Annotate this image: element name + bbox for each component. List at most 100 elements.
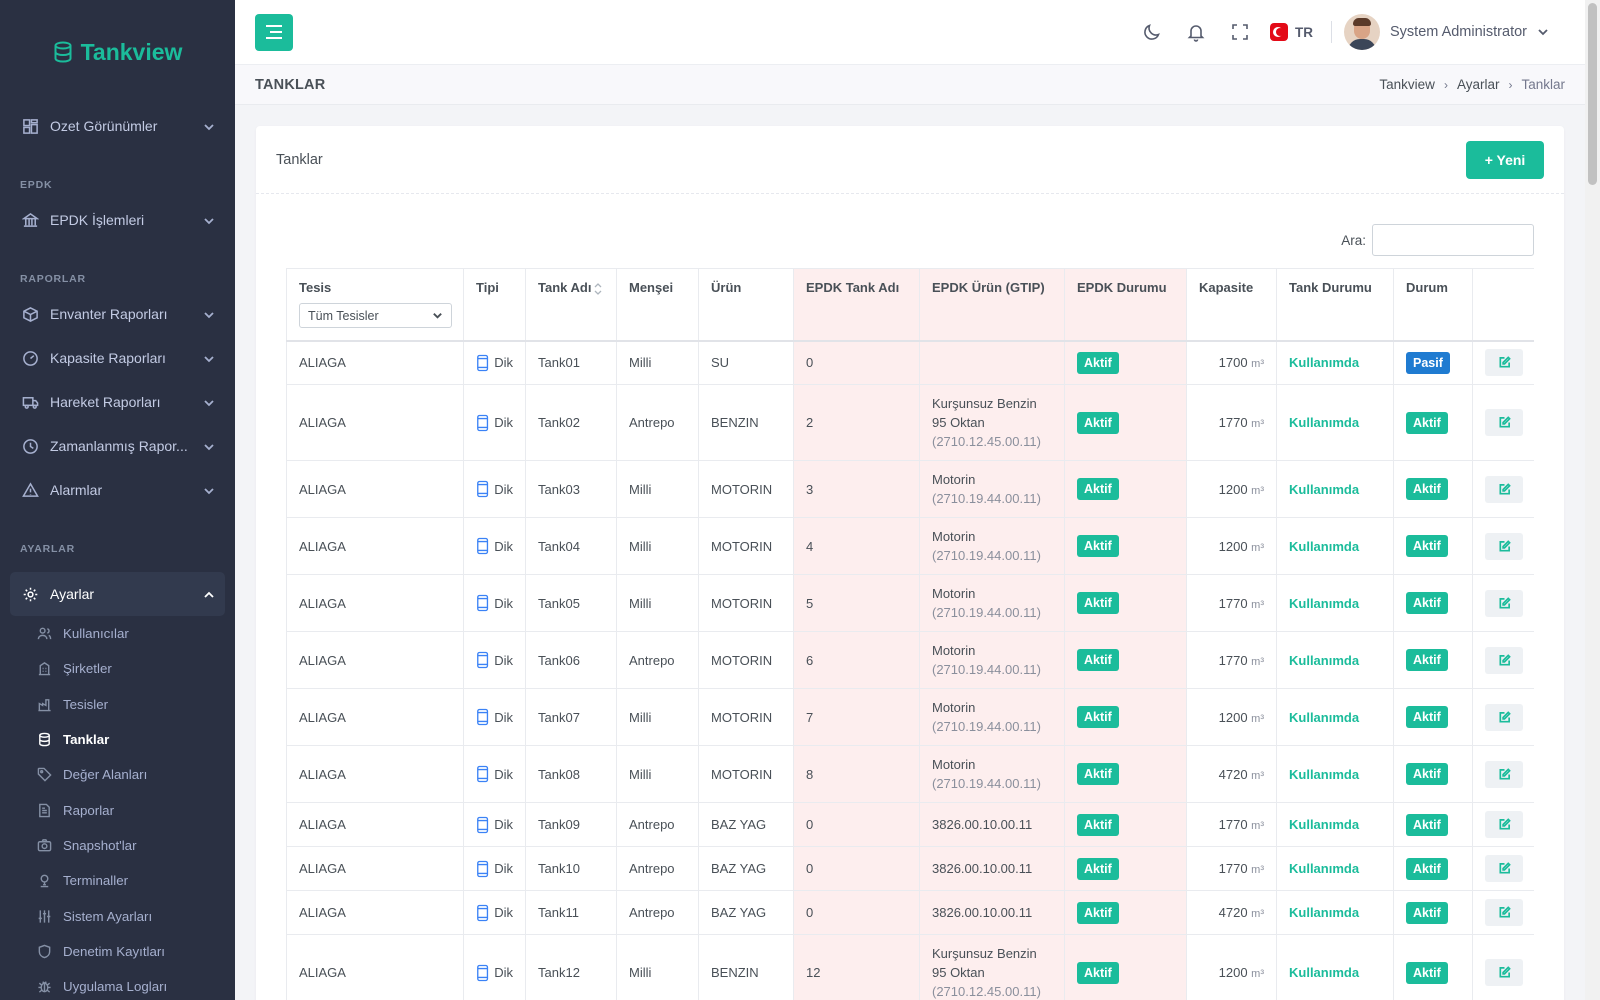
table-row: ALIAGA Dik Tank06 Antrepo MOTORIN 6 Motorin (27…: [286, 631, 1534, 689]
sidebar-item-ozet[interactable]: Ozet Görünümler: [0, 104, 235, 148]
new-tank-button[interactable]: + Yeni: [1466, 140, 1544, 179]
edit-button[interactable]: [1485, 409, 1523, 436]
submenu-item-terminaller[interactable]: Terminaller: [0, 863, 235, 898]
table-row: ALIAGA Dik Tank04 Milli MOTORIN 4 Motorin (2710…: [286, 517, 1534, 575]
cell-tank-durumu: Kullanımda: [1276, 890, 1394, 935]
submenu-item-raporlar[interactable]: Raporlar: [0, 792, 235, 827]
cell-tank-adi: Tank06: [525, 631, 617, 689]
submenu-item-tesisler[interactable]: Tesisler: [0, 687, 235, 722]
chevron-down-icon: [433, 313, 442, 319]
column-header-durum[interactable]: Durum: [1393, 268, 1473, 342]
cell-tesis: ALIAGA: [286, 934, 464, 1000]
submenu-item-snapshotlar[interactable]: Snapshot'lar: [0, 828, 235, 863]
cell-mensei: Antrepo: [616, 384, 699, 461]
cell-tesis: ALIAGA: [286, 340, 464, 385]
breadcrumb-item[interactable]: Ayarlar: [1457, 77, 1500, 92]
column-header-tank-durumu[interactable]: Tank Durumu: [1276, 268, 1394, 342]
status-badge: Aktif: [1077, 478, 1119, 500]
page-scrollbar[interactable]: [1585, 0, 1600, 1000]
column-header-tank-adi[interactable]: Tank Adı: [525, 268, 617, 342]
status-badge[interactable]: Aktif: [1406, 535, 1448, 557]
sidebar-item-hareket[interactable]: Hareket Raporları: [0, 380, 235, 424]
cell-epdk-durumu: Aktif: [1064, 745, 1187, 803]
menu-toggle-button[interactable]: [255, 13, 293, 51]
table-row: ALIAGA Dik Tank03 Milli MOTORIN 3 Motorin (2710…: [286, 460, 1534, 518]
user-menu[interactable]: System Administrator: [1344, 14, 1585, 50]
column-header-mensei[interactable]: Menşei: [616, 268, 699, 342]
column-header-epdk-urun[interactable]: EPDK Ürün (GTIP): [919, 268, 1065, 342]
gtip-code: (2710.19.44.00.11): [932, 719, 1041, 734]
cell-durum: Aktif: [1393, 688, 1473, 746]
capacity-unit: m³: [1251, 908, 1264, 920]
column-header-epdk-durumu[interactable]: EPDK Durumu: [1064, 268, 1187, 342]
database-logo-icon: [54, 41, 72, 63]
status-badge[interactable]: Aktif: [1406, 478, 1448, 500]
cell-tipi: Dik: [463, 745, 526, 803]
cell-tipi: Dik: [463, 688, 526, 746]
submenu-item-sirketler[interactable]: Şirketler: [0, 651, 235, 686]
edit-button[interactable]: [1485, 760, 1523, 788]
status-badge[interactable]: Aktif: [1406, 813, 1448, 836]
app-logo[interactable]: Tankview: [0, 0, 235, 104]
notifications-button[interactable]: [1174, 10, 1218, 54]
breadcrumb-item[interactable]: Tankview: [1379, 77, 1435, 92]
dark-mode-toggle[interactable]: [1130, 10, 1174, 54]
sidebar-item-zamanlanmis[interactable]: Zamanlanmış Rapor...: [0, 424, 235, 468]
submenu-item-kullanicilar[interactable]: Kullanıcılar: [0, 616, 235, 651]
edit-button[interactable]: [1485, 532, 1523, 560]
fullscreen-button[interactable]: [1218, 10, 1262, 54]
status-badge[interactable]: Aktif: [1406, 649, 1448, 671]
edit-button[interactable]: [1485, 855, 1523, 882]
search-input[interactable]: [1372, 224, 1534, 256]
status-badge[interactable]: Aktif: [1406, 857, 1448, 880]
status-badge[interactable]: Pasif: [1406, 351, 1450, 374]
sidebar-item-ayarlar[interactable]: Ayarlar: [10, 572, 225, 616]
edit-button[interactable]: [1485, 899, 1523, 926]
cell-durum: Aktif: [1393, 384, 1473, 461]
cell-tank-adi: Tank05: [525, 574, 617, 632]
edit-icon: [1498, 653, 1511, 666]
status-badge[interactable]: Aktif: [1406, 592, 1448, 614]
submenu-item-sistem-ayarlari[interactable]: Sistem Ayarları: [0, 898, 235, 933]
status-badge[interactable]: Aktif: [1406, 706, 1448, 728]
edit-button[interactable]: [1485, 811, 1523, 838]
cell-urun: MOTORIN: [698, 460, 794, 518]
settings-icon: [20, 584, 40, 604]
cell-tipi: Dik: [463, 574, 526, 632]
cell-mensei: Milli: [616, 517, 699, 575]
column-header-urun[interactable]: Ürün: [698, 268, 794, 342]
tesis-filter-select[interactable]: Tüm Tesisler: [299, 303, 452, 328]
cell-durum: Aktif: [1393, 631, 1473, 689]
sidebar-item-alarmlar[interactable]: Alarmlar: [0, 468, 235, 512]
edit-button[interactable]: [1485, 646, 1523, 674]
table-row: ALIAGA Dik Tank05 Milli MOTORIN 5 Motorin (2710…: [286, 574, 1534, 632]
capacity-value: 1770: [1218, 817, 1248, 832]
scrollbar-thumb[interactable]: [1588, 3, 1597, 185]
column-header-tipi[interactable]: Tipi: [463, 268, 526, 342]
status-badge[interactable]: Aktif: [1406, 763, 1448, 785]
submenu-item-uygulama-loglari[interactable]: Uygulama Logları: [0, 969, 235, 1000]
language-selector[interactable]: TR: [1262, 23, 1325, 41]
status-badge[interactable]: Aktif: [1406, 961, 1448, 984]
sidebar-item-epdk[interactable]: EPDK İşlemleri: [0, 198, 235, 242]
edit-button[interactable]: [1485, 703, 1523, 731]
edit-button[interactable]: [1485, 959, 1523, 986]
cell-kapasite: 1770 m³: [1186, 384, 1277, 461]
edit-button[interactable]: [1485, 589, 1523, 617]
submenu-item-tanklar[interactable]: Tanklar: [0, 722, 235, 757]
column-header-epdk-tank-adi[interactable]: EPDK Tank Adı: [793, 268, 920, 342]
chevron-right-icon: ›: [1443, 77, 1448, 92]
cell-epdk-tank-adi: 12: [793, 934, 920, 1000]
sidebar-item-label: Zamanlanmış Rapor...: [50, 438, 188, 454]
edit-button[interactable]: [1485, 349, 1523, 377]
sidebar-item-envanter[interactable]: Envanter Raporları: [0, 292, 235, 336]
gauge-icon: [20, 348, 40, 368]
sidebar-item-label: Ayarlar: [50, 586, 95, 602]
submenu-item-deger-alanlari[interactable]: Değer Alanları: [0, 757, 235, 792]
column-header-kapasite[interactable]: Kapasite: [1186, 268, 1277, 342]
edit-button[interactable]: [1485, 475, 1523, 503]
submenu-item-denetim-kayitlari[interactable]: Denetim Kayıtları: [0, 934, 235, 969]
status-badge[interactable]: Aktif: [1406, 411, 1448, 434]
sidebar-item-kapasite[interactable]: Kapasite Raporları: [0, 336, 235, 380]
status-badge[interactable]: Aktif: [1406, 901, 1448, 924]
